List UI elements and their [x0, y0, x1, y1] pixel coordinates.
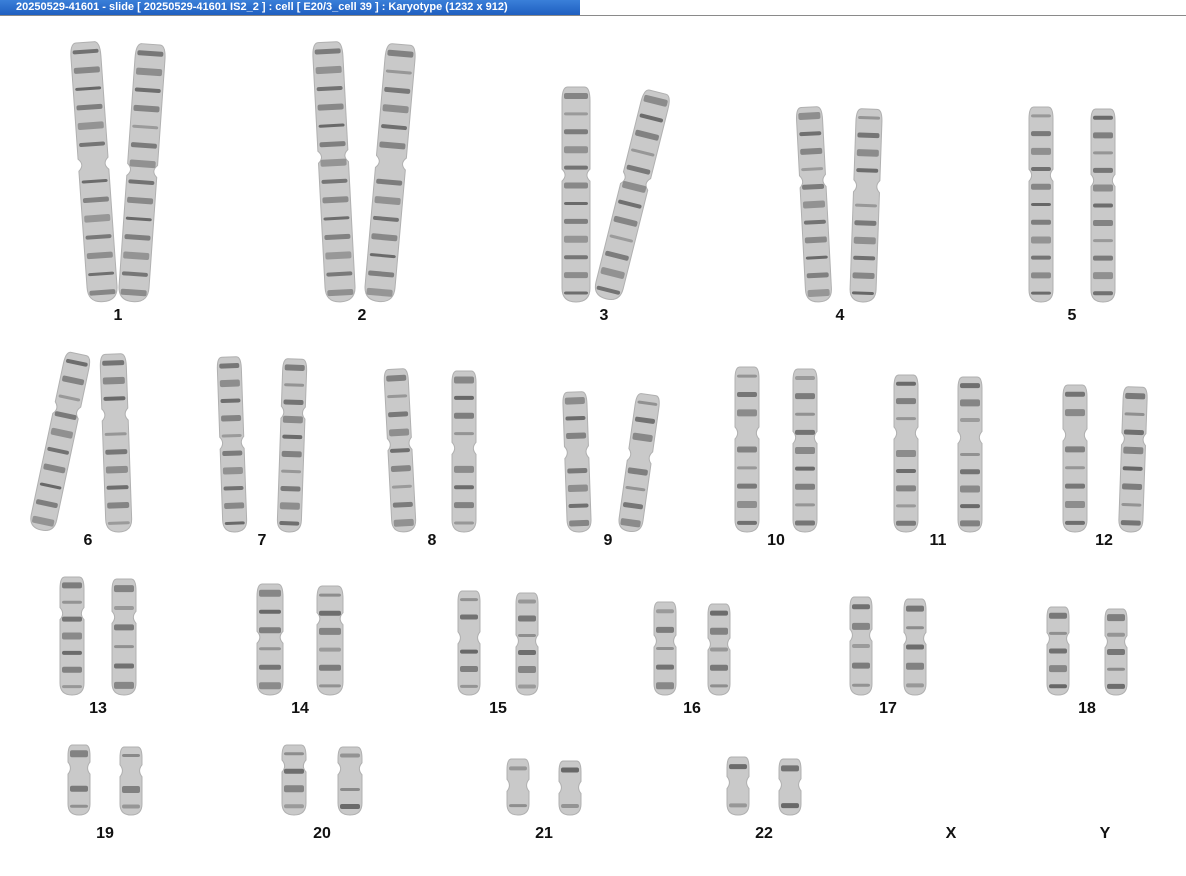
chromatid-right[interactable]: [778, 758, 802, 816]
chromosome-band: [781, 803, 799, 809]
window-titlebar: 20250529-41601 - slide [ 20250529-41601 …: [0, 0, 1186, 16]
chromatid-left[interactable]: [726, 756, 750, 816]
window-title[interactable]: 20250529-41601 - slide [ 20250529-41601 …: [0, 0, 580, 15]
chromosome-band: [729, 803, 747, 808]
chromosome-label-x: X: [945, 825, 957, 842]
karyotype-canvas: 1 2 3 4 5 6 7 8 9 10 11 12 13 14 15 16 17 18 19 20 21 22 X Y: [0, 17, 1186, 876]
chromosome-pair-image: [726, 756, 802, 816]
chromosome-band: [781, 765, 799, 772]
chromosome-label-y: Y: [1099, 825, 1111, 842]
chromosome-label-22: 22: [755, 825, 773, 842]
chromosome-band: [729, 764, 747, 770]
